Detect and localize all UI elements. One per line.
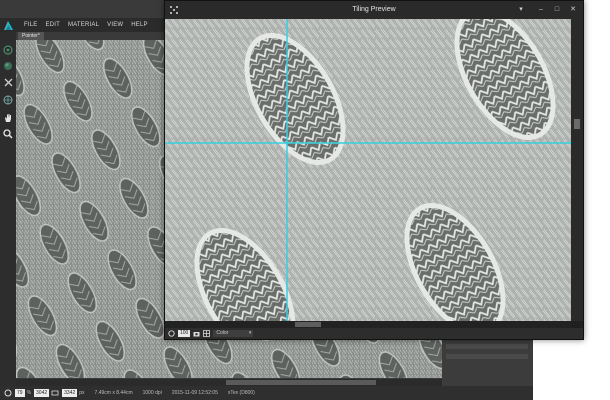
tiling-zoom-input[interactable]: 100 bbox=[178, 330, 191, 337]
tiling-preview-toolbar: 100 Color ▾ bbox=[165, 328, 583, 339]
height-input[interactable]: 3342 bbox=[62, 389, 78, 397]
menu-edit[interactable]: EDIT bbox=[45, 22, 59, 28]
dpi-value: 1000 dpi bbox=[142, 390, 162, 396]
canvas-horizontal-scrollbar[interactable] bbox=[16, 379, 442, 386]
left-toolbar bbox=[0, 32, 16, 400]
tiling-preview-canvas[interactable] bbox=[165, 19, 571, 321]
tiling-horizontal-scrollbar[interactable] bbox=[165, 321, 571, 328]
globe-tool-icon[interactable] bbox=[2, 94, 14, 106]
scrollbar-thumb[interactable] bbox=[226, 380, 376, 385]
close-icon[interactable]: ✕ bbox=[567, 4, 579, 16]
hand-icon[interactable] bbox=[2, 112, 14, 124]
pattern-tool-icon[interactable] bbox=[2, 44, 14, 56]
timestamp: 2015-11-09 12:52:05 bbox=[171, 390, 218, 396]
menu-help[interactable]: HELP bbox=[131, 22, 147, 28]
close-icon[interactable] bbox=[2, 76, 14, 88]
device-name: xTex (D800) bbox=[227, 390, 255, 396]
sphere-tool-icon[interactable] bbox=[2, 60, 14, 72]
channel-select-value: Color bbox=[216, 330, 229, 336]
zoom-unit: % bbox=[26, 390, 32, 396]
status-bar: 79 % 3042 3342 px 7.49cm x 8.44cm 1000 d… bbox=[0, 386, 533, 400]
channel-select[interactable]: Color ▾ bbox=[213, 330, 254, 337]
minimize-icon[interactable]: – bbox=[535, 4, 547, 16]
zoom-fit-icon[interactable] bbox=[168, 330, 175, 337]
maximize-icon[interactable]: □ bbox=[551, 4, 563, 16]
menu-material[interactable]: MATERIAL bbox=[68, 22, 99, 28]
zoom-fit-icon[interactable] bbox=[4, 389, 12, 397]
tiling-preview-titlebar[interactable]: Tiling Preview ▾ – □ ✕ bbox=[165, 1, 583, 19]
tiling-vertical-scrollbar[interactable] bbox=[571, 19, 583, 321]
zoom-input[interactable]: 79 bbox=[15, 389, 25, 397]
camera-icon[interactable] bbox=[193, 330, 200, 337]
physical-size: 7.49cm x 8.44cm bbox=[94, 390, 133, 396]
grid-icon[interactable] bbox=[203, 330, 211, 337]
chevron-down-icon: ▾ bbox=[248, 330, 252, 336]
scrollbar-thumb[interactable] bbox=[574, 119, 580, 129]
panel-row bbox=[446, 344, 528, 349]
magnifier-icon[interactable] bbox=[2, 128, 14, 140]
scrollbar-thumb[interactable] bbox=[295, 322, 321, 327]
width-input[interactable]: 3042 bbox=[34, 389, 50, 397]
app-logo-icon[interactable] bbox=[0, 18, 16, 32]
properties-panel bbox=[442, 340, 533, 386]
chevron-down-icon[interactable]: ▾ bbox=[515, 4, 527, 16]
link-icon[interactable] bbox=[51, 389, 59, 397]
menu-file[interactable]: FILE bbox=[24, 22, 37, 28]
tiling-preview-window: Tiling Preview ▾ – □ ✕ 100 Color ▾ bbox=[164, 0, 584, 340]
menu-view[interactable]: VIEW bbox=[107, 22, 123, 28]
size-unit: px bbox=[79, 390, 85, 396]
document-tab[interactable]: Pointer* bbox=[18, 32, 44, 40]
panel-row bbox=[446, 354, 528, 359]
